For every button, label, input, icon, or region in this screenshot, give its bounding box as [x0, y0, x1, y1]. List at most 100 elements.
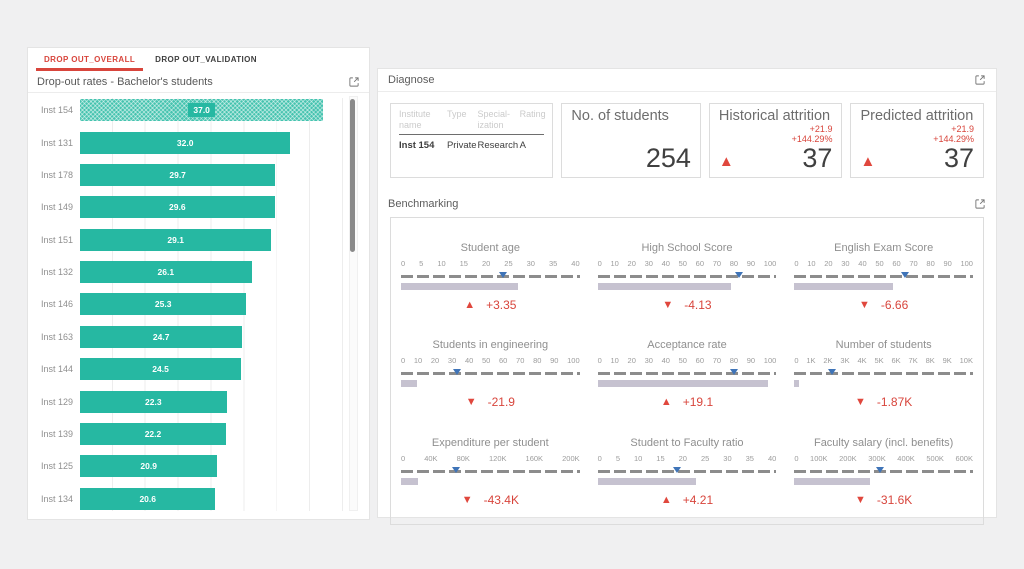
gauge-value-track	[598, 478, 777, 485]
bar-inst-134[interactable]: 20.6	[80, 488, 215, 510]
bar-inst-146[interactable]: 25.3	[80, 293, 246, 315]
bar-inst-151[interactable]: 29.1	[80, 229, 271, 251]
bar-track: 37.0	[80, 99, 343, 121]
down-triangle-icon: ▼	[855, 396, 866, 408]
gauge-value-track	[598, 380, 777, 387]
gauge-axis	[401, 467, 580, 476]
bar-inst-154[interactable]: 37.0	[80, 99, 323, 121]
benchmarking-title: Benchmarking	[388, 198, 458, 210]
bar-inst-132[interactable]: 26.1	[80, 261, 252, 283]
bar-row: Inst 12922.3	[28, 390, 343, 414]
gauge-tick-label: 100	[960, 259, 973, 268]
bar-value-label: 25.3	[155, 299, 172, 309]
benchmarking-gauges-panel: Student age0510152025303540▲+3.35High Sc…	[390, 217, 984, 525]
gauge-tick-label: 30	[527, 259, 535, 268]
table-cell: Inst 154	[399, 140, 447, 151]
gauge-tick-label: 9K	[943, 356, 952, 365]
gauge-tick-label: 100	[764, 259, 777, 268]
gauge-tick-label: 80	[926, 259, 934, 268]
bar-inst-139[interactable]: 22.2	[80, 423, 226, 445]
bar-track: 22.2	[80, 423, 343, 445]
gauge-range-dashed-line	[794, 275, 973, 278]
gauge-tick-label: 6K	[892, 356, 901, 365]
tab-drop-out-validation[interactable]: DROP OUT_VALIDATION	[145, 48, 267, 71]
bar-chart-scrollbar[interactable]	[349, 96, 358, 511]
bar-value-label: 24.7	[153, 332, 170, 342]
benchmark-marker-icon	[499, 272, 507, 278]
gauge-tick-label: 40	[768, 454, 776, 463]
gauge-delta-value: -43.4K	[484, 493, 519, 507]
gauge-tick-label: 10	[611, 259, 619, 268]
popout-icon[interactable]	[974, 198, 986, 210]
gauge-tick-label: 200K	[839, 454, 857, 463]
kpi-title: Predicted attrition	[860, 108, 974, 124]
bar-row: Inst 132 26.1	[28, 260, 343, 284]
gauge-tick-label: 70	[713, 259, 721, 268]
up-triangle-icon: ▲	[464, 299, 475, 311]
gauge-tick-label: 60	[499, 356, 507, 365]
gauge-tick-label: 400K	[897, 454, 915, 463]
gauge-axis-ticks: 0102030405060708090100	[794, 259, 973, 268]
gauge-delta-value: -6.66	[881, 298, 908, 312]
gauge-delta-value: +19.1	[683, 395, 713, 409]
gauge-tick-label: 100	[764, 356, 777, 365]
gauge-axis-ticks: 0102030405060708090100	[598, 356, 777, 365]
bar-inst-129[interactable]: 22.3	[80, 391, 227, 413]
gauge-tick-label: 50	[679, 356, 687, 365]
gauge-tick-label: 8K	[926, 356, 935, 365]
dashboard-root: { "left_panel": { "tabs": [ {"label": "D…	[0, 0, 1024, 569]
bar-inst-144[interactable]: 24.5	[80, 358, 241, 380]
gauge-axis	[598, 369, 777, 378]
gauge-tick-label: 25	[504, 259, 512, 268]
bar-track: 32.0	[80, 132, 343, 154]
gauge-title: High School Score	[598, 242, 777, 254]
bar-chart-rows: Inst 15437.0Inst 13132.0Inst 17829.7Inst…	[28, 94, 343, 515]
benchmark-marker-icon	[453, 369, 461, 375]
bar-category-label: Inst 134	[28, 494, 80, 504]
tab-drop-out-overall[interactable]: DROP OUT_OVERALL	[34, 48, 145, 71]
gauge-delta-value: +3.35	[486, 298, 516, 312]
bar-row: Inst 146 25.3	[28, 292, 343, 316]
bar-inst-163[interactable]: 24.7	[80, 326, 242, 348]
gauge-title: Number of students	[794, 339, 973, 351]
bar-category-label: Inst 154	[28, 105, 80, 115]
gauge-title: Students in engineering	[401, 339, 580, 351]
gauge-tick-label: 5	[616, 454, 620, 463]
gauge-tick-label: 30	[645, 356, 653, 365]
gauge-tick-label: 70	[516, 356, 524, 365]
kpi-delta: +21.9 +144.29%	[792, 124, 833, 145]
gauge-tick-label: 0	[401, 356, 405, 365]
gauge-delta-value: -4.13	[684, 298, 711, 312]
gauge-tick-label: 500K	[926, 454, 944, 463]
gauge-tick-label: 15	[656, 454, 664, 463]
bar-category-label: Inst 132	[28, 267, 80, 277]
scrollbar-thumb[interactable]	[350, 99, 355, 252]
gauge-tick-label: 0	[598, 356, 602, 365]
bar-inst-125[interactable]: 20.9	[80, 455, 217, 477]
bar-inst-131[interactable]: 32.0	[80, 132, 290, 154]
bar-category-label: Inst 146	[28, 299, 80, 309]
gauge-title: Student age	[401, 242, 580, 254]
gauge-axis-ticks: 0510152025303540	[401, 259, 580, 268]
popout-icon[interactable]	[348, 76, 360, 88]
table-cell: Private	[447, 140, 478, 151]
gauge-tick-label: 80	[730, 259, 738, 268]
popout-icon[interactable]	[974, 74, 986, 86]
gauge-tick-label: 0	[598, 454, 602, 463]
table-row[interactable]: Inst 154PrivateResearchA	[399, 135, 544, 151]
gauge-tick-label: 0	[794, 454, 798, 463]
gauge-axis-ticks: 0102030405060708090100	[598, 259, 777, 268]
bar-inst-178[interactable]: 29.7	[80, 164, 275, 186]
gauge-tick-label: 30	[723, 454, 731, 463]
gauge-tick-label: 25	[701, 454, 709, 463]
gauge-tick-label: 0	[598, 259, 602, 268]
gauge-tick-label: 5	[419, 259, 423, 268]
bar-inst-149[interactable]: 29.6	[80, 196, 275, 218]
gauge-delta: ▼-4.13	[598, 298, 777, 312]
bar-category-label: Inst 144	[28, 364, 80, 374]
gauge-value-track	[794, 380, 973, 387]
gauge-value-track	[794, 478, 973, 485]
gauge-tick-label: 100K	[810, 454, 828, 463]
bar-value-label: 26.1	[158, 267, 175, 277]
kpi-value: 37	[944, 145, 974, 172]
